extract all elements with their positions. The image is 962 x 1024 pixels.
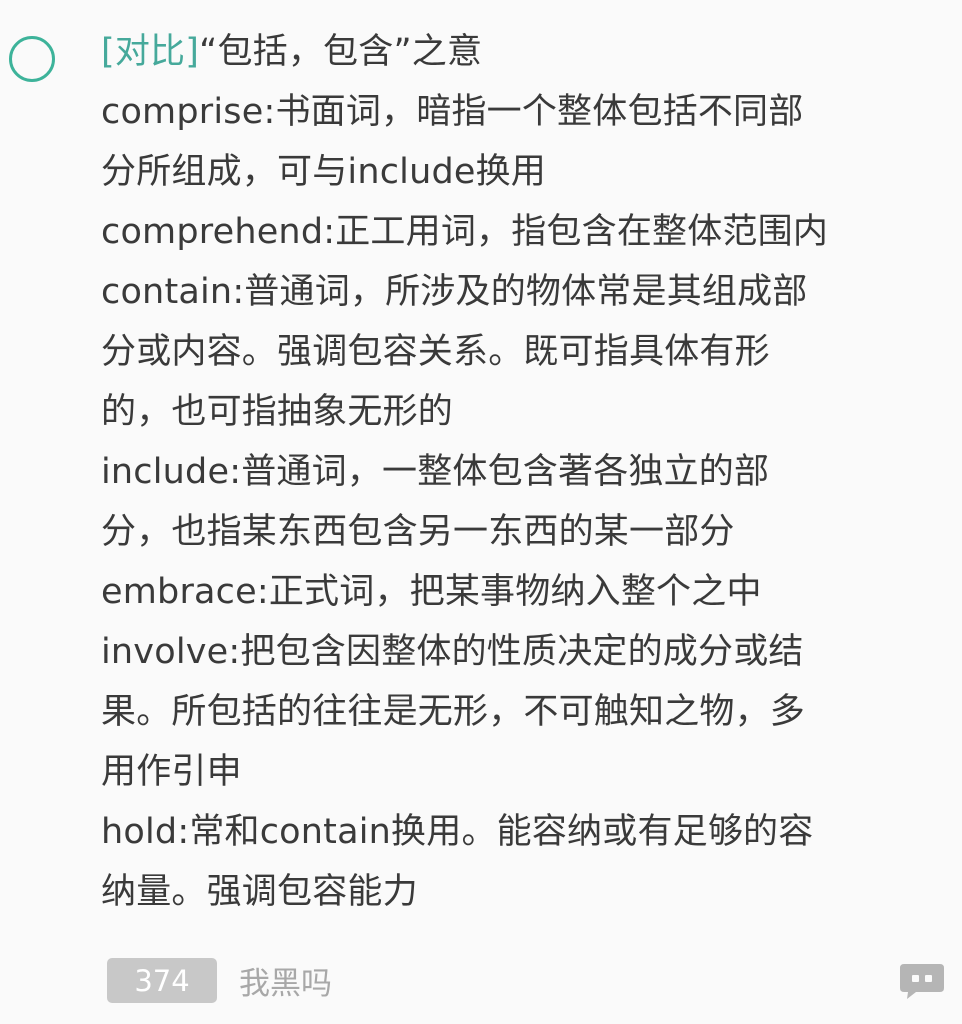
note-line: 分，也指某东西包含另一东西的某一部分 <box>101 512 735 552</box>
note-line: hold:常和contain换用。能容纳或有足够的容 <box>101 812 814 852</box>
note-line: involve:把包含因整体的性质决定的成分或结 <box>101 632 804 672</box>
note-line: 分所组成，可与include换用 <box>101 152 547 192</box>
note-line: 分或内容。强调包容关系。既可指具体有形 <box>101 332 770 372</box>
note-line: include:普通词，一整体包含著各独立的部 <box>101 452 770 492</box>
note-line: contain:普通词，所涉及的物体常是其组成部 <box>101 272 808 312</box>
count-badge: 374 <box>107 958 217 1003</box>
note-line: embrace:正式词，把某事物纳入整个之中 <box>101 572 762 612</box>
comment-icon[interactable] <box>898 962 946 1000</box>
circle-checkbox-icon[interactable] <box>9 36 55 82</box>
note-line: 的，也可指抽象无形的 <box>101 392 454 432</box>
note-line: comprehend:正工用词，指包含在整体范围内 <box>101 212 829 252</box>
note-line: 果。所包括的往往是无形，不可触知之物，多 <box>101 692 806 732</box>
author-name[interactable]: 我黑吗 <box>239 958 332 1003</box>
note-line: comprise:书面词，暗指一个整体包括不同部 <box>101 92 804 132</box>
note-title: “包括，包含”之意 <box>199 32 483 72</box>
note-line: 用作引申 <box>101 752 242 792</box>
note-line: 纳量。强调包容能力 <box>101 872 418 912</box>
note-footer: 374 我黑吗 <box>107 958 332 1003</box>
note-content: [对比]“包括，包含”之意 comprise:书面词，暗指一个整体包括不同部 分… <box>101 22 951 922</box>
note-title-line: [对比]“包括，包含”之意 <box>101 22 951 82</box>
note-tag: [对比] <box>101 32 200 72</box>
